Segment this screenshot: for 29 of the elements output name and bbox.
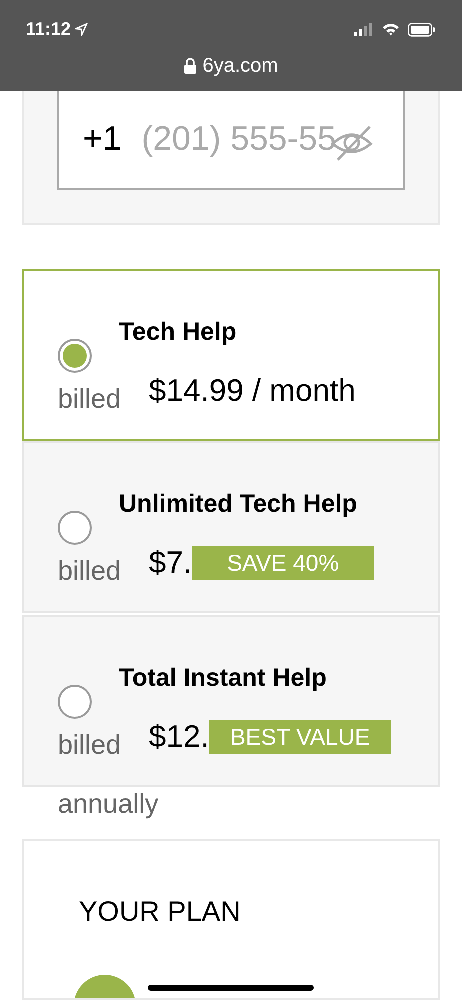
location-arrow-icon: [75, 23, 88, 36]
plan-price: $12.: [149, 719, 210, 755]
phone-input-field[interactable]: (201) 555-55: [142, 114, 382, 165]
country-code: +1: [83, 119, 122, 160]
plan-badge: BEST VALUE: [209, 720, 392, 754]
wifi-icon: [382, 23, 400, 36]
plan-price: $14.99 / month: [149, 373, 356, 409]
billing-text: billed: [58, 383, 122, 416]
billing-text: annually: [58, 788, 159, 821]
plan-name: Unlimited Tech Help: [119, 489, 358, 520]
lock-icon: [184, 58, 197, 74]
plan-option[interactable]: Total Instant Help billed $12. BEST VALUE: [22, 615, 440, 787]
url-text[interactable]: 6ya.com: [202, 51, 278, 81]
plan-name: Tech Help: [119, 317, 238, 348]
plan-price: $7.: [149, 545, 192, 581]
plan-name: Total Instant Help: [119, 663, 328, 694]
battery-icon: [408, 22, 436, 36]
billing-text: billed: [58, 729, 122, 762]
plan-badge: SAVE 40%: [192, 546, 374, 580]
plan-option[interactable]: Unlimited Tech Help billed $7. SAVE 40%: [22, 441, 440, 613]
signal-icon: [354, 23, 374, 36]
section-title: YOUR PLAN: [79, 895, 242, 929]
billing-text: billed: [58, 555, 122, 588]
clock-time: 11:12: [26, 18, 72, 41]
phone-number-field[interactable]: +1 (201) 555-55: [57, 91, 405, 190]
radio-button[interactable]: [58, 511, 92, 545]
radio-button[interactable]: [58, 685, 92, 719]
radio-button[interactable]: [58, 339, 92, 373]
plan-option[interactable]: Tech Help billed $14.99 / month: [22, 269, 440, 441]
